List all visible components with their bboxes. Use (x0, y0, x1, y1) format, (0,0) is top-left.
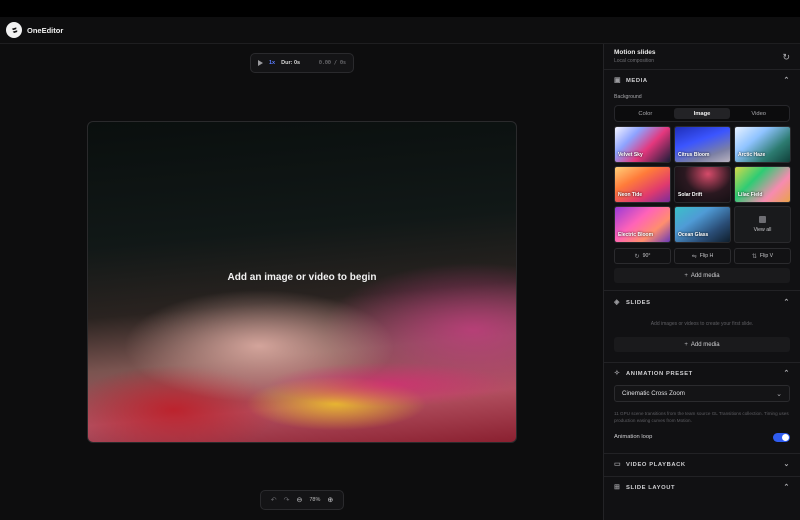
zoom-out-icon[interactable]: ⊖ (296, 496, 302, 504)
reset-icon[interactable]: ↻ (782, 52, 790, 63)
chevron-up-icon[interactable]: ⌃ (784, 76, 790, 84)
zoom-level: 78% (309, 497, 321, 503)
rotate-button[interactable]: ↻ 90° (614, 248, 671, 264)
section-slides-title: SLIDES (626, 300, 651, 306)
chevron-up-icon[interactable]: ⌃ (784, 369, 790, 377)
preset-label: Arctic Haze (738, 152, 766, 158)
redo-icon[interactable]: ↷ (284, 496, 290, 504)
image-tools: ↻ 90° ⇋ Flip H ⇅ Flip V (614, 248, 791, 264)
tab-video[interactable]: Video (730, 108, 787, 119)
section-animation-title: ANIMATION PRESET (626, 371, 693, 377)
flip-h-label: Flip H (699, 253, 714, 259)
slides-empty-hint: Add images or videos to create your firs… (650, 321, 754, 327)
preset-label: Citrus Bloom (678, 152, 710, 158)
app-header: OneEditor (0, 17, 800, 44)
section-layout-title: SLIDE LAYOUT (626, 485, 676, 491)
play-icon[interactable] (258, 60, 263, 66)
chevron-up-icon[interactable]: ⌃ (784, 298, 790, 306)
view-all-label: View all (753, 227, 772, 233)
plus-icon: + (684, 272, 688, 279)
window-top-strip (0, 0, 800, 17)
panel-subtitle: Local composition (614, 58, 655, 64)
chevron-down-icon: ⌄ (776, 391, 782, 398)
toggle-knob (782, 434, 789, 441)
section-slides-header[interactable]: ◈ SLIDES ⌃ (604, 291, 800, 315)
add-media-label: Add media (690, 341, 720, 348)
layout-icon: ⊞ (614, 484, 621, 491)
preset-tile[interactable]: Arctic Haze (734, 126, 791, 163)
image-icon: ▣ (614, 77, 622, 84)
preset-grid: Velvet Sky Citrus Bloom Arctic Haze Neon… (614, 126, 791, 243)
preset-label: Ocean Glass (678, 232, 709, 238)
flip-horizontal-icon: ⇋ (691, 253, 697, 260)
video-icon: ▭ (614, 461, 622, 468)
settings-panel: Motion slides Local composition ↻ ▣ MEDI… (603, 44, 800, 520)
animation-preset-value: Cinematic Cross Zoom (622, 390, 685, 397)
preset-label: Lilac Field (738, 192, 763, 198)
animation-loop-label: Animation loop (614, 434, 653, 440)
preset-label: Neon Tide (618, 192, 643, 198)
duration-label: Dur: 0s (281, 60, 301, 66)
app-logo-icon[interactable] (6, 22, 22, 38)
animation-loop-toggle[interactable] (773, 433, 790, 442)
animation-loop-row: Animation loop (614, 430, 790, 444)
flip-h-button[interactable]: ⇋ Flip H (674, 248, 731, 264)
animation-preset-select[interactable]: Cinematic Cross Zoom ⌄ (614, 385, 790, 402)
tab-image[interactable]: Image (673, 108, 731, 119)
layers-icon: ◈ (614, 299, 620, 306)
preset-tile[interactable]: Ocean Glass (674, 206, 731, 243)
panel-header: Motion slides Local composition ↻ (604, 44, 800, 70)
rotate-icon: ↻ (634, 253, 640, 260)
preset-tile[interactable]: Electric Bloom (614, 206, 671, 243)
chevron-up-icon[interactable]: ⌃ (784, 483, 790, 491)
preset-tile[interactable]: Velvet Sky (614, 126, 671, 163)
section-slide-layout-header[interactable]: ⊞ SLIDE LAYOUT ⌃ (604, 477, 800, 499)
zoom-in-icon[interactable]: ⊕ (327, 496, 333, 504)
section-media-title: MEDIA (626, 78, 648, 84)
animation-description: 11 GPU scene transitions from the team s… (614, 411, 789, 423)
speed-button[interactable]: 1x (269, 60, 275, 66)
flip-v-label: Flip V (759, 253, 774, 259)
preset-tile[interactable]: Lilac Field (734, 166, 791, 203)
plus-icon: + (684, 341, 688, 348)
app-name: OneEditor (27, 25, 64, 35)
view-all-tile[interactable]: View all (734, 206, 791, 243)
flip-v-button[interactable]: ⇅ Flip V (734, 248, 791, 264)
chevron-down-icon[interactable]: ⌄ (784, 460, 790, 468)
background-type-tabs: Color Image Video (614, 105, 790, 122)
undo-icon[interactable]: ↶ (271, 496, 277, 504)
section-animation-header[interactable]: ✧ ANIMATION PRESET ⌃ (604, 363, 800, 385)
preset-tile[interactable]: Neon Tide (614, 166, 671, 203)
preview-placeholder: Add an image or video to begin (227, 272, 377, 283)
playback-bar: 1x Dur: 0s 0.00 / 0s (250, 53, 354, 73)
zoom-toolbar: ↶ ↷ ⊖ 78% ⊕ (260, 490, 344, 510)
preset-tile[interactable]: Solar Drift (674, 166, 731, 203)
rotate-label: 90° (642, 253, 651, 259)
add-media-button[interactable]: + Add media (614, 337, 790, 352)
section-media-header[interactable]: ▣ MEDIA ⌃ (604, 70, 800, 92)
preview-stage[interactable]: Add an image or video to begin (87, 121, 517, 443)
add-media-label: Add media (690, 272, 720, 279)
tab-color[interactable]: Color (617, 108, 674, 119)
preset-tile[interactable]: Citrus Bloom (674, 126, 731, 163)
preset-label: Electric Bloom (618, 232, 654, 238)
background-label: Background (614, 94, 642, 100)
panel-title: Motion slides (614, 49, 656, 56)
preset-label: Solar Drift (678, 192, 703, 198)
section-video-title: VIDEO PLAYBACK (626, 462, 686, 468)
grid-icon (759, 216, 766, 223)
sparkle-icon: ✧ (614, 370, 621, 377)
preset-label: Velvet Sky (618, 152, 643, 158)
section-video-playback-header[interactable]: ▭ VIDEO PLAYBACK ⌄ (604, 454, 800, 476)
time-readout: 0.00 / 0s (318, 60, 346, 66)
add-media-button[interactable]: + Add media (614, 268, 790, 283)
flip-vertical-icon: ⇅ (751, 253, 757, 260)
